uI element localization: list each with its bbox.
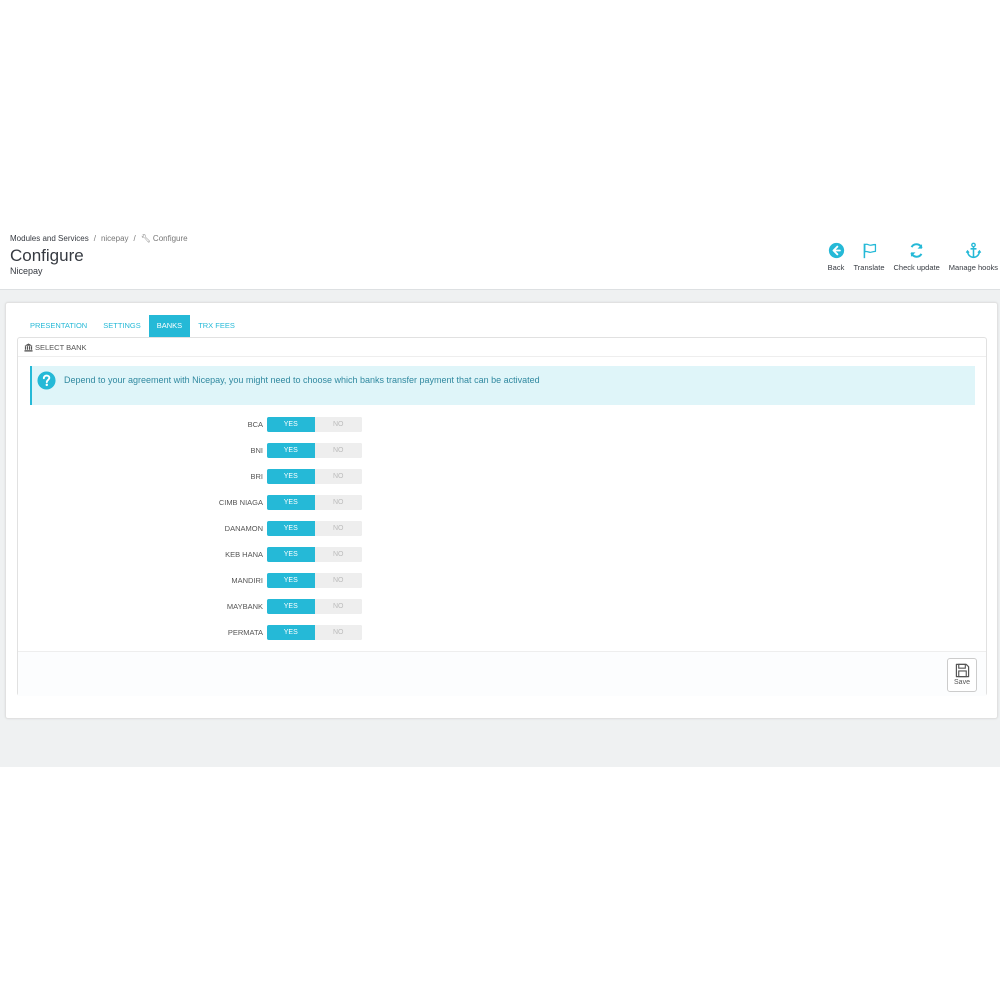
- page-title: Configure: [10, 246, 84, 265]
- yes-option[interactable]: YES: [267, 443, 315, 458]
- question-circle-icon: [37, 371, 56, 390]
- breadcrumb-modules-link[interactable]: Modules and Services: [10, 234, 89, 243]
- bank-toggle: YES NO: [267, 521, 362, 536]
- bank-label: BNI: [250, 446, 263, 455]
- bank-toggle: YES NO: [267, 417, 362, 432]
- bank-toggle: YES NO: [267, 573, 362, 588]
- no-option[interactable]: NO: [314, 495, 362, 510]
- check-update-label: Check update: [893, 263, 940, 272]
- no-option[interactable]: NO: [314, 625, 362, 640]
- no-option[interactable]: NO: [314, 443, 362, 458]
- flag-icon: [863, 243, 876, 259]
- no-option[interactable]: NO: [314, 521, 362, 536]
- page-header: Modules and Services / nicepay / 🔧︎ Configure…: [0, 226, 1000, 290]
- tab-banks[interactable]: BANKS: [148, 315, 191, 337]
- page-subtitle: Nicepay: [10, 266, 43, 276]
- back-circle-arrow-icon: [828, 242, 844, 259]
- form-footer: Save: [18, 651, 986, 696]
- breadcrumb-separator: /: [133, 234, 136, 243]
- bank-row-bri: BRI YES NO: [18, 469, 418, 484]
- bank-label: MANDIRI: [231, 576, 263, 585]
- save-button[interactable]: Save: [947, 658, 977, 692]
- bank-row-danamon: DANAMON YES NO: [18, 521, 418, 536]
- bank-toggle: YES NO: [267, 469, 362, 484]
- breadcrumb-nicepay-link[interactable]: nicepay: [101, 234, 129, 243]
- form-heading: SELECT BANK: [24, 343, 87, 352]
- save-label: Save: [954, 679, 970, 686]
- form-heading-title: SELECT BANK: [35, 343, 87, 352]
- config-tabs: PRESENTATION SETTINGS BANKS TRX FEES: [22, 315, 243, 337]
- bank-row-mandiri: MANDIRI YES NO: [18, 573, 418, 588]
- alert-text: Depend to your agreement with Nicepay, y…: [64, 375, 540, 385]
- back-button[interactable]: Back: [828, 242, 845, 282]
- bank-label: CIMB NIAGA: [218, 498, 263, 507]
- tab-settings[interactable]: SETTINGS: [95, 315, 149, 337]
- check-update-button[interactable]: Check update: [894, 242, 940, 282]
- yes-option[interactable]: YES: [267, 417, 315, 432]
- bank-row-bca: BCA YES NO: [18, 417, 418, 432]
- yes-option[interactable]: YES: [267, 495, 315, 510]
- back-label: Back: [827, 263, 845, 272]
- bank-label: DANAMON: [224, 524, 263, 533]
- breadcrumb: Modules and Services / nicepay / 🔧︎ Configure: [10, 234, 188, 243]
- no-option[interactable]: NO: [314, 417, 362, 432]
- manage-hooks-button[interactable]: Manage hooks: [949, 242, 998, 282]
- translate-label: Translate: [853, 263, 885, 272]
- bank-toggle: YES NO: [267, 495, 362, 510]
- manage-hooks-label: Manage hooks: [948, 263, 998, 272]
- bank-label: PERMATA: [227, 628, 263, 637]
- bank-label: BRI: [250, 472, 263, 481]
- app-shell: Modules and Services / nicepay / 🔧︎ Configure…: [0, 226, 1000, 767]
- bank-row-permata: PERMATA YES NO: [18, 625, 418, 640]
- breadcrumb-separator: /: [93, 234, 96, 243]
- bank-row-bni: BNI YES NO: [18, 443, 418, 458]
- module-config-panel: PRESENTATION SETTINGS BANKS TRX FEES SEL…: [5, 302, 998, 719]
- yes-option[interactable]: YES: [267, 521, 315, 536]
- breadcrumb-current: Configure: [152, 234, 188, 243]
- page-toolbar: Back Translate Check update Manage hooks: [819, 242, 998, 282]
- bank-row-cimb-niaga: CIMB NIAGA YES NO: [18, 495, 418, 510]
- select-bank-form: SELECT BANK Depend to your agreement wit…: [17, 337, 987, 696]
- bank-label: BCA: [247, 420, 263, 429]
- yes-option[interactable]: YES: [267, 469, 315, 484]
- bank-icon: [24, 343, 33, 352]
- no-option[interactable]: NO: [314, 469, 362, 484]
- yes-option[interactable]: YES: [267, 625, 315, 640]
- yes-option[interactable]: YES: [267, 599, 315, 614]
- bank-label: KEB HANA: [225, 550, 263, 559]
- tab-trx-fees[interactable]: TRX FEES: [190, 315, 243, 337]
- bank-label: MAYBANK: [226, 602, 263, 611]
- no-option[interactable]: NO: [314, 573, 362, 588]
- bank-toggle: YES NO: [267, 625, 362, 640]
- no-option[interactable]: NO: [314, 599, 362, 614]
- wrench-icon: 🔧︎: [140, 234, 151, 243]
- anchor-icon: [965, 242, 982, 259]
- bank-toggle: YES NO: [267, 547, 362, 562]
- yes-option[interactable]: YES: [267, 547, 315, 562]
- bank-toggle: YES NO: [267, 599, 362, 614]
- translate-button[interactable]: Translate: [854, 242, 885, 282]
- yes-option[interactable]: YES: [267, 573, 315, 588]
- heading-divider: [18, 356, 986, 357]
- tab-presentation[interactable]: PRESENTATION: [22, 315, 95, 337]
- bank-row-keb-hana: KEB HANA YES NO: [18, 547, 418, 562]
- info-alert: Depend to your agreement with Nicepay, y…: [30, 366, 975, 405]
- no-option[interactable]: NO: [314, 547, 362, 562]
- bank-toggle: YES NO: [267, 443, 362, 458]
- refresh-icon: [910, 243, 923, 258]
- save-icon: [955, 663, 969, 678]
- bank-row-maybank: MAYBANK YES NO: [18, 599, 418, 614]
